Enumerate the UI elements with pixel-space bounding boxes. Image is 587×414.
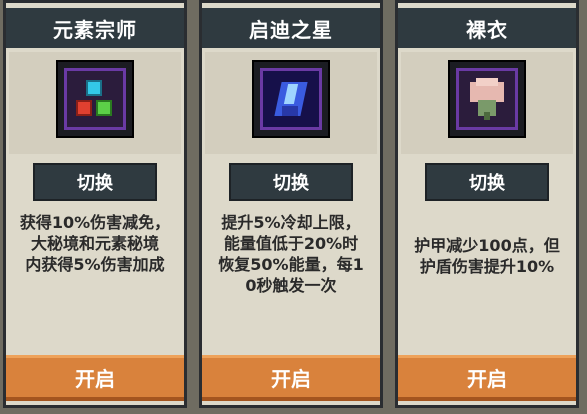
talent-card-3: 裸衣 切换 护甲减少100点，但 护盾伤害提升10% 开启	[395, 0, 579, 408]
talent-description: 提升5%冷却上限， 能量值低于20%时 恢复50%能量，每1 0秒触发一次	[218, 213, 364, 295]
pink-flower-icon	[450, 62, 524, 136]
card-title: 启迪之星	[202, 8, 380, 48]
card-title: 裸衣	[398, 8, 576, 48]
open-button[interactable]: 开启	[202, 355, 380, 401]
talent-card-1: 元素宗师 切换 获得10%伤害减免， 大秘境和元素秘境 内获得5%伤害加成 开启	[3, 0, 187, 408]
switch-button[interactable]: 切换	[427, 165, 547, 199]
blue-crystal-icon	[254, 62, 328, 136]
talent-description: 护甲减少100点，但 护盾伤害提升10%	[414, 236, 560, 276]
open-button[interactable]: 开启	[6, 355, 184, 401]
talent-card-2: 启迪之星 切换 提升5%冷却上限， 能量值低于20%时 恢复50%能量，每1 0…	[199, 0, 383, 408]
open-button[interactable]: 开启	[398, 355, 576, 401]
switch-button[interactable]: 切换	[35, 165, 155, 199]
talent-description: 获得10%伤害减免， 大秘境和元素秘境 内获得5%伤害加成	[19, 213, 171, 274]
card-title: 元素宗师	[6, 8, 184, 48]
switch-button[interactable]: 切换	[231, 165, 351, 199]
elemental-orbs-icon	[58, 62, 132, 136]
